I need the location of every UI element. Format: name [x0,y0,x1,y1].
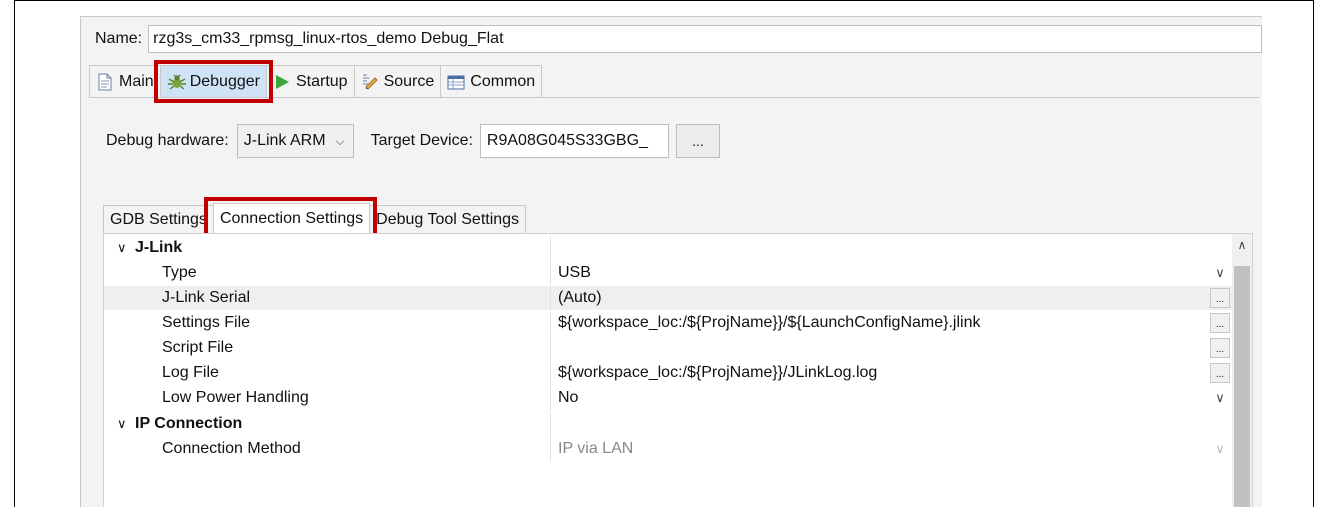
property-name: Script File [104,336,551,360]
property-value: IP via LAN [558,440,634,457]
debug-hardware-select[interactable]: J-Link ARM ⌵ [236,124,354,158]
chevron-down-icon: ⌵ [335,133,345,148]
table-row-connection-method[interactable]: Connection Method IP via LAN ∨ [104,437,1234,461]
connection-settings-table: ∨ J-Link Type USB ∨ J-Link Serial (Auto) … [103,233,1253,507]
name-label: Name: [95,30,143,47]
property-name: Type [104,261,551,285]
browse-button[interactable]: ... [1210,313,1230,333]
tab-startup-label: Startup [295,72,348,90]
play-icon [273,73,291,91]
tab-source-label: Source [383,72,435,90]
chevron-down-icon: ∨ [1215,441,1225,456]
table-row-script-file[interactable]: Script File ... [104,336,1234,360]
property-value[interactable]: ${workspace_loc:/${ProjName}}/JLinkLog.l… [551,361,1206,385]
document-icon [96,73,114,91]
tab-debugger[interactable]: Debugger [153,60,274,103]
table-row-jlink-serial[interactable]: J-Link Serial (Auto) ... [104,286,1234,310]
scrollbar-thumb[interactable] [1234,266,1250,507]
chevron-up-icon[interactable]: ∧ [1232,238,1252,252]
chevron-down-icon[interactable]: ∨ [1215,390,1225,406]
property-name: Log File [104,361,551,385]
config-tabbar: Main Debugger Startup Source Common [89,60,1259,103]
browse-button[interactable]: ... [1210,288,1230,308]
tab-debugger-label: Debugger [189,72,260,90]
table-row-low-power-handling[interactable]: Low Power Handling No ∨ [104,386,1234,410]
tab-gdb-settings[interactable]: GDB Settings [103,205,214,233]
property-name: Low Power Handling [104,386,551,410]
tab-startup[interactable]: Startup [265,65,355,97]
debug-hardware-row: Debug hardware: J-Link ARM ⌵ Target Devi… [81,123,1262,159]
table-row-log-file[interactable]: Log File ${workspace_loc:/${ProjName}}/J… [104,361,1234,385]
tab-connection-settings[interactable]: Connection Settings [203,197,378,245]
property-name: Connection Method [104,437,551,461]
name-row: Name: rzg3s_cm33_rpmsg_linux-rtos_demo D… [81,17,1262,61]
target-device-browse-button[interactable]: ... [675,124,720,158]
table-row-type[interactable]: Type USB ∨ [104,261,1234,285]
debug-hardware-label: Debug hardware: [106,132,229,149]
name-input[interactable]: rzg3s_cm33_rpmsg_linux-rtos_demo Debug_F… [148,25,1262,53]
target-device-label: Target Device: [370,132,473,149]
group-row-jlink[interactable]: ∨ J-Link [104,236,1234,260]
group-row-ip-connection[interactable]: ∨ IP Connection [104,412,1234,436]
property-value[interactable] [551,336,1206,360]
browse-button[interactable]: ... [1210,338,1230,358]
source-icon [361,73,379,91]
chevron-down-icon[interactable]: ∨ [1215,265,1225,281]
tab-main-label: Main [119,72,154,90]
debug-hardware-value: J-Link ARM [243,132,326,149]
settings-tabbar: GDB Settings Connection Settings Debug T… [103,197,527,245]
property-name: Settings File [104,311,551,335]
property-name: J-Link Serial [104,286,551,310]
bug-icon [167,73,186,91]
common-icon [447,73,465,91]
chevron-down-icon: ∨ [117,240,127,255]
tab-source[interactable]: Source [353,65,442,97]
property-value[interactable]: No [551,386,1206,410]
tab-debug-tool-settings[interactable]: Debug Tool Settings [369,205,527,233]
browse-button[interactable]: ... [1210,363,1230,383]
target-device-input[interactable]: R9A08G045S33GBG_ [479,124,669,158]
tab-common-label: Common [470,72,536,90]
property-value[interactable]: USB [551,261,1206,285]
group-label: J-Link [135,239,183,256]
tab-common[interactable]: Common [440,65,543,97]
property-value[interactable]: (Auto) [551,286,1206,310]
chevron-down-icon: ∨ [117,416,127,431]
table-row-settings-file[interactable]: Settings File ${workspace_loc:/${ProjNam… [104,311,1234,335]
launch-config-dialog: Name: rzg3s_cm33_rpmsg_linux-rtos_demo D… [80,16,1262,507]
property-value[interactable]: ${workspace_loc:/${ProjName}}/${LaunchCo… [551,311,1206,335]
vertical-scrollbar[interactable]: ∧ [1232,234,1252,507]
tab-main[interactable]: Main [89,65,161,97]
group-label: IP Connection [135,415,243,432]
